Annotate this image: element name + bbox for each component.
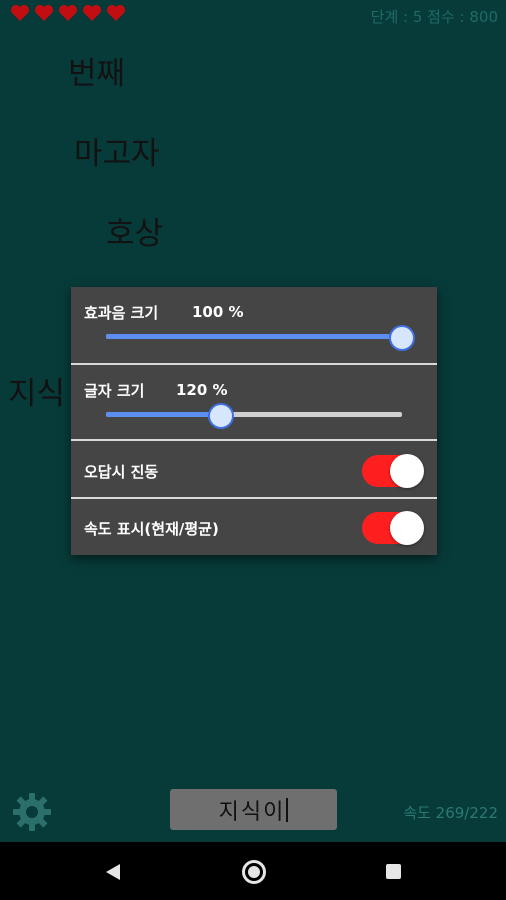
vibrate-toggle[interactable] [362,454,424,488]
heart-icon [59,5,77,21]
sfx-volume-value: 100 % [192,303,244,321]
slider-thumb[interactable] [389,325,415,351]
back-icon[interactable] [106,864,120,880]
divider [71,497,437,499]
stage-score: 단계 : 5 점수 : 800 [370,8,498,26]
falling-word: 마고자 [74,136,160,172]
settings-panel: 효과음 크기 100 % 글자 크기 120 % 오답시 진동 속도 표시(현재… [71,287,437,555]
answer-input-text: 지식이 [218,799,286,825]
speed-display-label: 속도 표시(현재/평균) [84,520,219,538]
toggle-thumb [390,454,424,488]
toggle-thumb [390,511,424,545]
slider-fill [106,334,402,339]
answer-input[interactable]: 지식이 [170,789,337,830]
heart-icon [83,5,101,21]
navigation-bar [0,842,506,900]
gear-icon[interactable] [10,790,54,834]
heart-icon [35,5,53,21]
falling-word: 지식 [8,376,66,412]
slider-fill [106,412,222,417]
home-icon[interactable] [242,860,266,884]
falling-word: 호상 [106,216,164,252]
divider [71,439,437,441]
font-size-value: 120 % [176,381,228,399]
speed-display-toggle[interactable] [362,511,424,545]
lives-indicator [10,4,126,22]
heart-icon [107,5,125,21]
speed-readout: 속도 269/222 [403,804,498,822]
falling-word: 번째 [68,56,126,92]
divider [71,363,437,365]
heart-icon [11,5,29,21]
sfx-volume-label: 효과음 크기 [84,304,159,322]
vibrate-label: 오답시 진동 [84,463,159,481]
recent-apps-icon[interactable] [386,864,401,879]
font-size-label: 글자 크기 [84,382,145,400]
slider-thumb[interactable] [208,403,235,429]
text-cursor [286,797,289,822]
